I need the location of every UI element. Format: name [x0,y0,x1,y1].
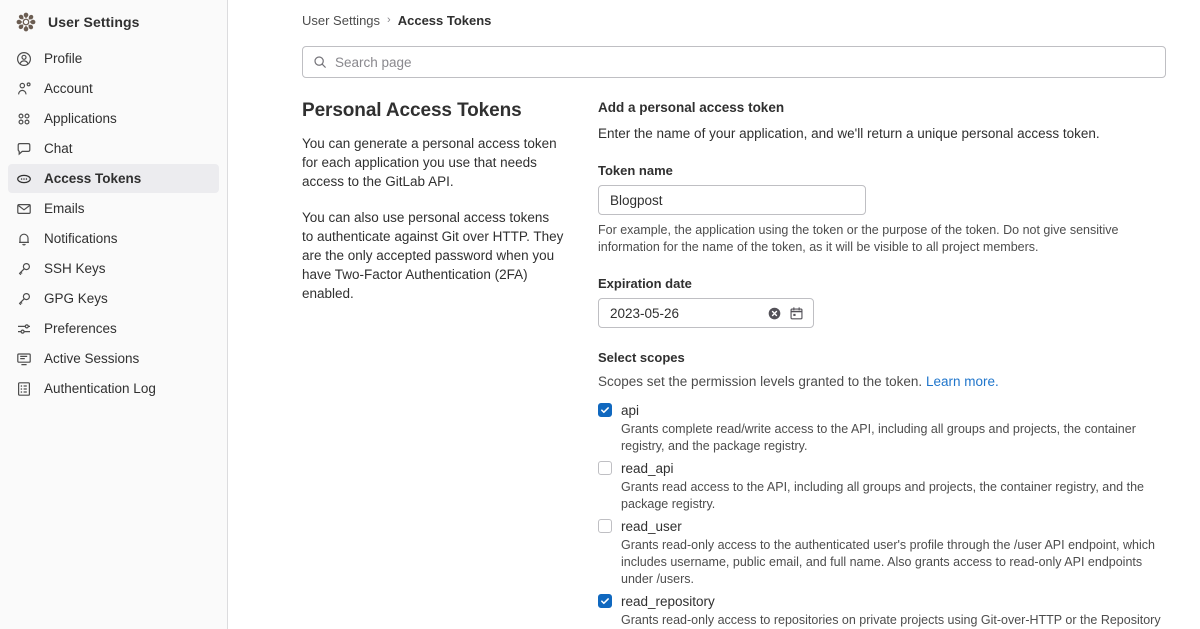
sidebar-item-label: Active Sessions [44,351,140,366]
sidebar-item-chat[interactable]: Chat [8,134,219,163]
sidebar-brand-title: User Settings [48,14,140,30]
breadcrumb-root[interactable]: User Settings [302,13,380,28]
content-columns: Personal Access Tokens You can generate … [302,100,1166,629]
sidebar-item-label: Applications [44,111,117,126]
form-section-description: Enter the name of your application, and … [598,126,1100,141]
breadcrumb: User Settings › Access Tokens [302,0,1166,28]
token-name-label: Token name [598,163,673,178]
description-paragraph-1: You can generate a personal access token… [302,136,557,189]
sidebar-item-label: GPG Keys [44,291,108,306]
sidebar-item-emails[interactable]: Emails [8,194,219,223]
sidebar-item-ssh-keys[interactable]: SSH Keys [8,254,219,283]
scope-row-api: api Grants complete read/write access to… [598,401,1166,455]
sliders-icon [16,321,32,337]
app-root: User Settings Profile Account Applicatio… [0,0,1200,629]
scopes-block: Select scopes Scopes set the permission … [598,350,1166,629]
sidebar-item-access-tokens[interactable]: Access Tokens [8,164,219,193]
sidebar-brand[interactable]: User Settings [0,6,227,42]
sidebar-item-authentication-log[interactable]: Authentication Log [8,374,219,403]
scope-checkbox-api[interactable] [598,403,612,417]
sidebar-item-label: Chat [44,141,73,156]
form-section-title: Add a personal access token [598,100,785,115]
scope-head: read_repository [598,592,1166,610]
user-gear-icon [16,81,32,97]
expiration-date-label: Expiration date [598,276,692,291]
comment-icon [16,141,32,157]
left-description-column: Personal Access Tokens You can generate … [302,100,564,629]
scopes-description-text: Scopes set the permission levels granted… [598,374,923,389]
grid-apps-icon [16,111,32,127]
expiration-date-input[interactable] [610,305,762,321]
scope-head: read_api [598,459,1166,477]
sidebar-item-applications[interactable]: Applications [8,104,219,133]
clear-circle-x-icon[interactable] [764,303,784,323]
sidebar-item-label: Notifications [44,231,118,246]
sidebar-item-label: Authentication Log [44,381,156,396]
sidebar-item-gpg-keys[interactable]: GPG Keys [8,284,219,313]
sidebar-item-notifications[interactable]: Notifications [8,224,219,253]
sidebar-item-label: SSH Keys [44,261,106,276]
search-icon [313,55,327,69]
user-circle-icon [16,51,32,67]
token-oval-icon [16,171,32,187]
sidebar-item-profile[interactable]: Profile [8,44,219,73]
page-title: Personal Access Tokens [302,100,522,121]
gitlab-identicon-avatar-icon [14,10,38,34]
sidebar-item-label: Profile [44,51,83,66]
expiration-date-field[interactable] [598,298,814,328]
search-page-wrapper [302,46,1166,78]
breadcrumb-separator-icon: › [387,14,391,26]
scope-name: api [621,402,640,418]
sidebar-item-label: Emails [44,201,85,216]
sidebar-item-label: Account [44,81,93,96]
search-input[interactable] [335,54,1155,70]
scope-row-read-repository: read_repository Grants read-only access … [598,592,1166,629]
scope-description: Grants read-only access to repositories … [621,613,1161,627]
token-name-field-group: Token name For example, the application … [598,163,1166,256]
scope-name: read_api [621,460,674,476]
expiration-date-field-group: Expiration date [598,276,1166,328]
key-icon [16,261,32,277]
scope-checkbox-read-repository[interactable] [598,594,612,608]
token-name-help: For example, the application using the t… [598,223,1119,254]
scope-description: Grants read access to the API, including… [621,480,1144,511]
sidebar-item-label: Access Tokens [44,171,142,186]
sidebar-item-account[interactable]: Account [8,74,219,103]
scope-description: Grants complete read/write access to the… [621,422,1136,453]
learn-more-link[interactable]: Learn more. [926,374,999,389]
scope-checkbox-read-user[interactable] [598,519,612,533]
search-box[interactable] [302,46,1166,78]
sidebar-item-label: Preferences [44,321,117,336]
sidebar-nav: Profile Account Applications Chat Access… [0,42,227,403]
scope-head: api [598,401,1166,419]
monitor-icon [16,351,32,367]
scope-head: read_user [598,517,1166,535]
scope-row-read-api: read_api Grants read access to the API, … [598,459,1166,513]
breadcrumb-current: Access Tokens [397,12,492,28]
log-list-icon [16,381,32,397]
token-form-column: Add a personal access token Enter the na… [598,100,1166,629]
key-icon [16,291,32,307]
calendar-icon[interactable] [786,303,806,323]
main-content: User Settings › Access Tokens Personal A… [228,0,1200,629]
scope-description: Grants read-only access to the authentic… [621,538,1155,586]
sidebar: User Settings Profile Account Applicatio… [0,0,228,629]
select-scopes-label: Select scopes [598,350,685,365]
scope-row-read-user: read_user Grants read-only access to the… [598,517,1166,588]
scope-name: read_repository [621,593,715,609]
scopes-description: Scopes set the permission levels granted… [598,372,1166,391]
sidebar-item-preferences[interactable]: Preferences [8,314,219,343]
scope-name: read_user [621,518,682,534]
sidebar-item-active-sessions[interactable]: Active Sessions [8,344,219,373]
bell-icon [16,231,32,247]
token-name-input[interactable] [598,185,866,215]
description-paragraph-2: You can also use personal access tokens … [302,210,564,301]
envelope-icon [16,201,32,217]
scope-checkbox-read-api[interactable] [598,461,612,475]
